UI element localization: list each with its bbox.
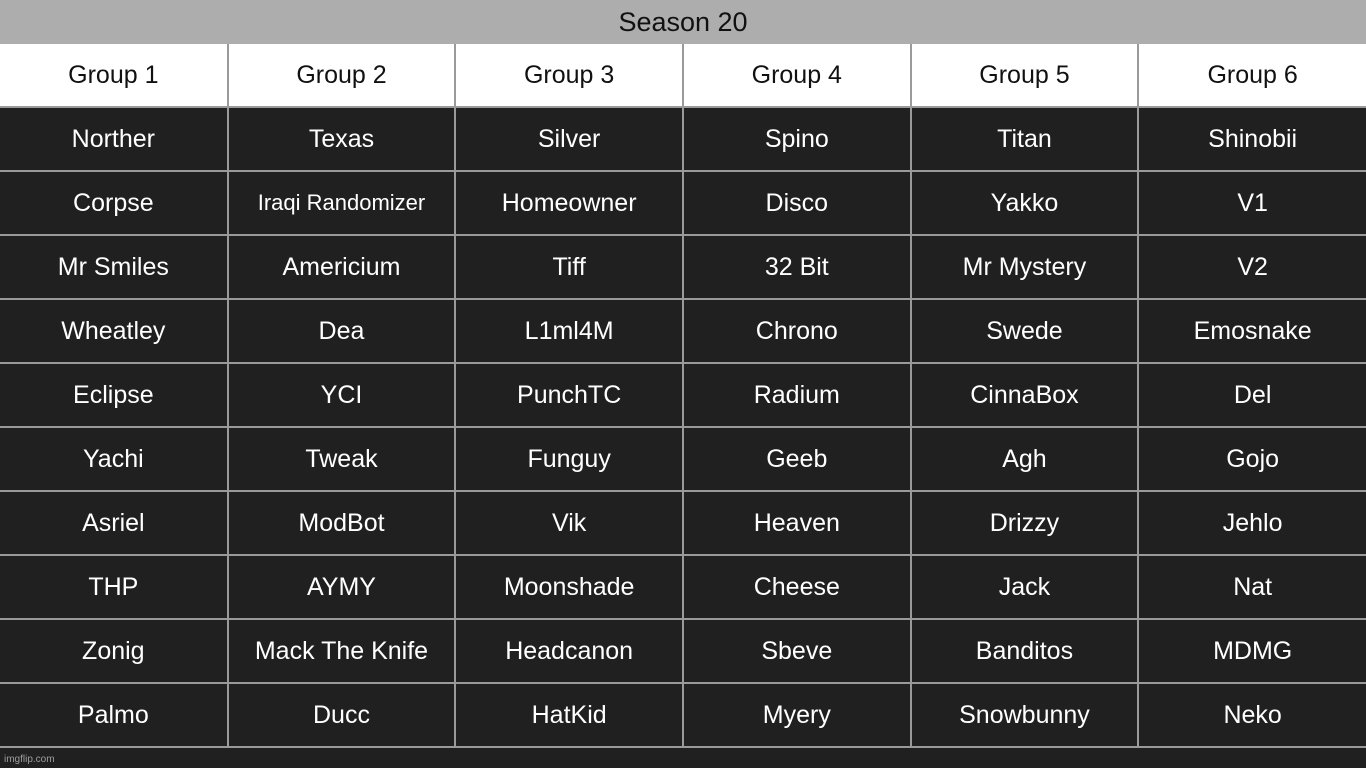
member-cell: AYMY — [226, 554, 457, 620]
member-cell: Agh — [909, 426, 1140, 492]
member-cell: Swede — [909, 298, 1140, 364]
member-cell: YCI — [226, 362, 457, 428]
watermark: imgflip.com — [4, 754, 55, 765]
header-group-4: Group 4 — [681, 44, 912, 108]
table-title: Season 20 — [0, 0, 1366, 44]
member-cell: Cheese — [681, 554, 912, 620]
member-cell: PunchTC — [454, 362, 684, 428]
member-cell: CinnaBox — [909, 362, 1140, 428]
member-cell: HatKid — [454, 682, 684, 748]
table-row: Eclipse YCI PunchTC Radium CinnaBox Del — [0, 362, 1366, 428]
member-cell: Geeb — [681, 426, 912, 492]
member-cell: Disco — [681, 170, 912, 236]
table-body: Norther Texas Silver Spino Titan Shinobii Corp… — [0, 106, 1366, 748]
member-cell: Drizzy — [909, 490, 1140, 556]
season-table-image: Season 20 Group 1 Group 2 Group 3 Group … — [0, 0, 1366, 768]
member-cell: MDMG — [1137, 618, 1366, 684]
member-cell: Palmo — [0, 682, 229, 748]
member-cell: Silver — [454, 106, 684, 172]
header-group-1: Group 1 — [0, 44, 229, 108]
member-cell: Zonig — [0, 618, 229, 684]
table-row: Wheatley Dea L1ml4M Chrono Swede Emosnake — [0, 298, 1366, 364]
member-cell: Mr Smiles — [0, 234, 229, 300]
member-cell: Mr Mystery — [909, 234, 1140, 300]
header-group-5: Group 5 — [909, 44, 1140, 108]
member-cell: Yakko — [909, 170, 1140, 236]
member-cell: Ducc — [226, 682, 457, 748]
member-cell: Asriel — [0, 490, 229, 556]
member-cell: Funguy — [454, 426, 684, 492]
member-cell: Gojo — [1137, 426, 1366, 492]
member-cell: Shinobii — [1137, 106, 1366, 172]
header-group-6: Group 6 — [1137, 44, 1366, 108]
member-cell: V2 — [1137, 234, 1366, 300]
member-cell: Texas — [226, 106, 457, 172]
member-cell: Sbeve — [681, 618, 912, 684]
member-cell: Americium — [226, 234, 457, 300]
member-cell: Headcanon — [454, 618, 684, 684]
member-cell: Chrono — [681, 298, 912, 364]
member-cell: Snowbunny — [909, 682, 1140, 748]
member-cell: ModBot — [226, 490, 457, 556]
member-cell: Titan — [909, 106, 1140, 172]
table-row: Mr Smiles Americium Tiff 32 Bit Mr Mystery V2 — [0, 234, 1366, 300]
table-row: Zonig Mack The Knife Headcanon Sbeve Bandito… — [0, 618, 1366, 684]
member-cell: Vik — [454, 490, 684, 556]
member-cell: Jehlo — [1137, 490, 1366, 556]
table-row: Norther Texas Silver Spino Titan Shinobii — [0, 106, 1366, 172]
member-cell: Moonshade — [454, 554, 684, 620]
member-cell: Banditos — [909, 618, 1140, 684]
member-cell: Wheatley — [0, 298, 229, 364]
member-cell: Yachi — [0, 426, 229, 492]
header-group-2: Group 2 — [226, 44, 457, 108]
member-cell: Tweak — [226, 426, 457, 492]
member-cell: Jack — [909, 554, 1140, 620]
member-cell: Mack The Knife — [226, 618, 457, 684]
member-cell: Heaven — [681, 490, 912, 556]
header-group-3: Group 3 — [454, 44, 684, 108]
table-row: Yachi Tweak Funguy Geeb Agh Gojo — [0, 426, 1366, 492]
member-cell: Myery — [681, 682, 912, 748]
header-row: Group 1 Group 2 Group 3 Group 4 Group 5 … — [0, 44, 1366, 108]
member-cell: Emosnake — [1137, 298, 1366, 364]
member-cell: Iraqi Randomizer — [226, 170, 457, 236]
member-cell: Radium — [681, 362, 912, 428]
member-cell: Norther — [0, 106, 229, 172]
member-cell: THP — [0, 554, 229, 620]
member-cell: Tiff — [454, 234, 684, 300]
member-cell: Del — [1137, 362, 1366, 428]
member-cell: Nat — [1137, 554, 1366, 620]
table-row: THP AYMY Moonshade Cheese Jack Nat — [0, 554, 1366, 620]
groups-table: Group 1 Group 2 Group 3 Group 4 Group 5 … — [0, 44, 1366, 748]
member-cell: Corpse — [0, 170, 229, 236]
member-cell: Homeowner — [454, 170, 684, 236]
member-cell: Neko — [1137, 682, 1366, 748]
member-cell: Spino — [681, 106, 912, 172]
member-cell: L1ml4M — [454, 298, 684, 364]
member-cell: V1 — [1137, 170, 1366, 236]
member-cell: Dea — [226, 298, 457, 364]
table-row: Corpse Iraqi Randomizer Homeowner Disco Yakk… — [0, 170, 1366, 236]
member-cell: 32 Bit — [681, 234, 912, 300]
table-row: Asriel ModBot Vik Heaven Drizzy Jehlo — [0, 490, 1366, 556]
table-row: Palmo Ducc HatKid Myery Snowbunny Neko — [0, 682, 1366, 748]
member-cell: Eclipse — [0, 362, 229, 428]
